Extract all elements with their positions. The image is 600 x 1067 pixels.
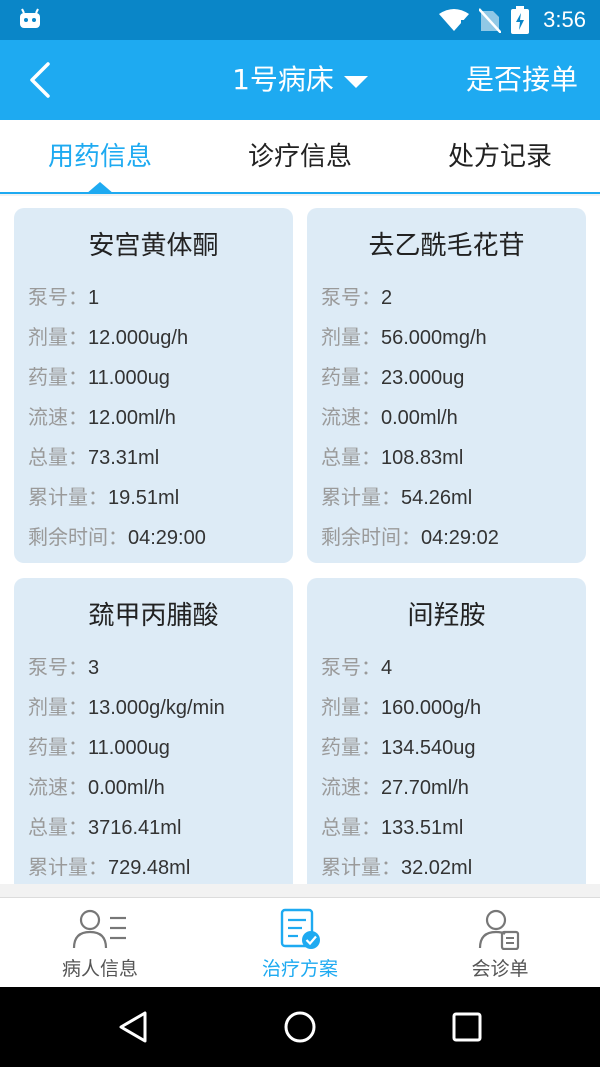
drug-row-dose: 剂量：160.000g/h: [321, 697, 482, 719]
drug-row-amount: 药量：134.540ug: [321, 737, 476, 759]
battery-charging-icon: [511, 6, 530, 34]
drug-row-total: 总量：108.83ml: [321, 447, 464, 469]
treatment-plan-icon: [280, 908, 320, 949]
patient-info-icon: [72, 909, 126, 949]
system-navigation-bar: [0, 987, 600, 1067]
nav-treatment-plan[interactable]: 治疗方案: [200, 898, 400, 987]
nav-patient-info[interactable]: 病人信息: [0, 898, 200, 987]
tab-prescription-records[interactable]: 处方记录: [400, 120, 600, 192]
drug-card[interactable]: 安宫黄体酮 泵号：1 剂量：12.000ug/h 药量：11.000ug 流速：…: [14, 208, 293, 563]
tab-bar: 用药信息 诊疗信息 处方记录: [0, 120, 600, 194]
nav-label: 治疗方案: [261, 958, 338, 980]
accept-order-button[interactable]: 是否接单: [466, 60, 578, 100]
nav-label: 会诊单: [471, 958, 529, 980]
drug-card[interactable]: 去乙酰毛花苷 泵号：2 剂量：56.000mg/h 药量：23.000ug 流速…: [307, 208, 586, 563]
nav-label: 病人信息: [61, 958, 138, 980]
drug-row-cumulative: 累计量：19.51ml: [28, 487, 180, 509]
status-bar: 3:56: [0, 0, 600, 40]
drug-row-total: 总量：133.51ml: [321, 817, 464, 839]
tab-medication-info[interactable]: 用药信息: [0, 120, 200, 194]
wifi-icon: [439, 9, 470, 31]
drug-card[interactable]: 间羟胺 泵号：4 剂量：160.000g/h 药量：134.540ug 流速：2…: [307, 578, 586, 884]
drug-row-dose: 剂量：13.000g/kg/min: [28, 697, 225, 719]
bed-selector[interactable]: 1号病床: [232, 60, 368, 100]
consultation-icon: [478, 909, 520, 950]
drug-row-flow-rate: 流速：0.00ml/h: [28, 777, 165, 799]
drug-row-dose: 剂量：56.000mg/h: [321, 327, 487, 349]
drug-row-remaining-time: 剩余时间：04:29:02: [321, 527, 499, 549]
drug-row-pump: 泵号：4: [321, 657, 393, 679]
drug-name: 巯甲丙脯酸: [88, 601, 219, 631]
dropdown-caret-icon: [343, 76, 368, 88]
drug-row-total: 总量：3716.41ml: [28, 817, 182, 839]
no-sim-icon: [479, 8, 502, 33]
drug-row-pump: 泵号：1: [28, 287, 100, 309]
nav-consultation[interactable]: 会诊单: [400, 898, 600, 987]
tab-diagnosis-info[interactable]: 诊疗信息: [200, 120, 400, 192]
bottom-navigation: 病人信息 治疗方案 会诊单: [0, 897, 600, 987]
bed-title: 1号病床: [232, 63, 334, 96]
drug-row-dose: 剂量：12.000ug/h: [28, 327, 189, 349]
drug-name: 去乙酰毛花苷: [368, 231, 525, 261]
back-arrow-icon[interactable]: [24, 60, 60, 100]
drug-row-flow-rate: 流速：0.00ml/h: [321, 407, 458, 429]
drug-row-amount: 药量：11.000ug: [28, 737, 170, 759]
android-notification-icon: [20, 8, 40, 28]
app-bar: 1号病床 是否接单: [0, 40, 600, 120]
drug-row-cumulative: 累计量：32.02ml: [321, 857, 473, 879]
status-time: 3:56: [543, 7, 586, 32]
drug-row-remaining-time: 剩余时间：04:29:00: [28, 527, 206, 549]
drug-row-flow-rate: 流速：12.00ml/h: [28, 407, 176, 429]
drug-row-total: 总量：73.31ml: [28, 447, 160, 469]
drug-row-cumulative: 累计量：729.48ml: [28, 857, 191, 879]
system-home-icon[interactable]: [282, 1009, 318, 1045]
drug-card[interactable]: 巯甲丙脯酸 泵号：3 剂量：13.000g/kg/min 药量：11.000ug…: [14, 578, 293, 884]
system-back-icon[interactable]: [115, 1009, 151, 1045]
drug-row-amount: 药量：11.000ug: [28, 367, 170, 389]
system-recents-icon[interactable]: [449, 1009, 485, 1045]
drug-name: 安宫黄体酮: [88, 231, 219, 261]
drug-name: 间羟胺: [407, 601, 486, 631]
drug-row-flow-rate: 流速：27.70ml/h: [321, 777, 469, 799]
drug-row-cumulative: 累计量：54.26ml: [321, 487, 473, 509]
medication-list[interactable]: 安宫黄体酮 泵号：1 剂量：12.000ug/h 药量：11.000ug 流速：…: [0, 196, 600, 884]
drug-row-pump: 泵号：2: [321, 287, 393, 309]
drug-row-pump: 泵号：3: [28, 657, 100, 679]
drug-row-amount: 药量：23.000ug: [321, 367, 465, 389]
